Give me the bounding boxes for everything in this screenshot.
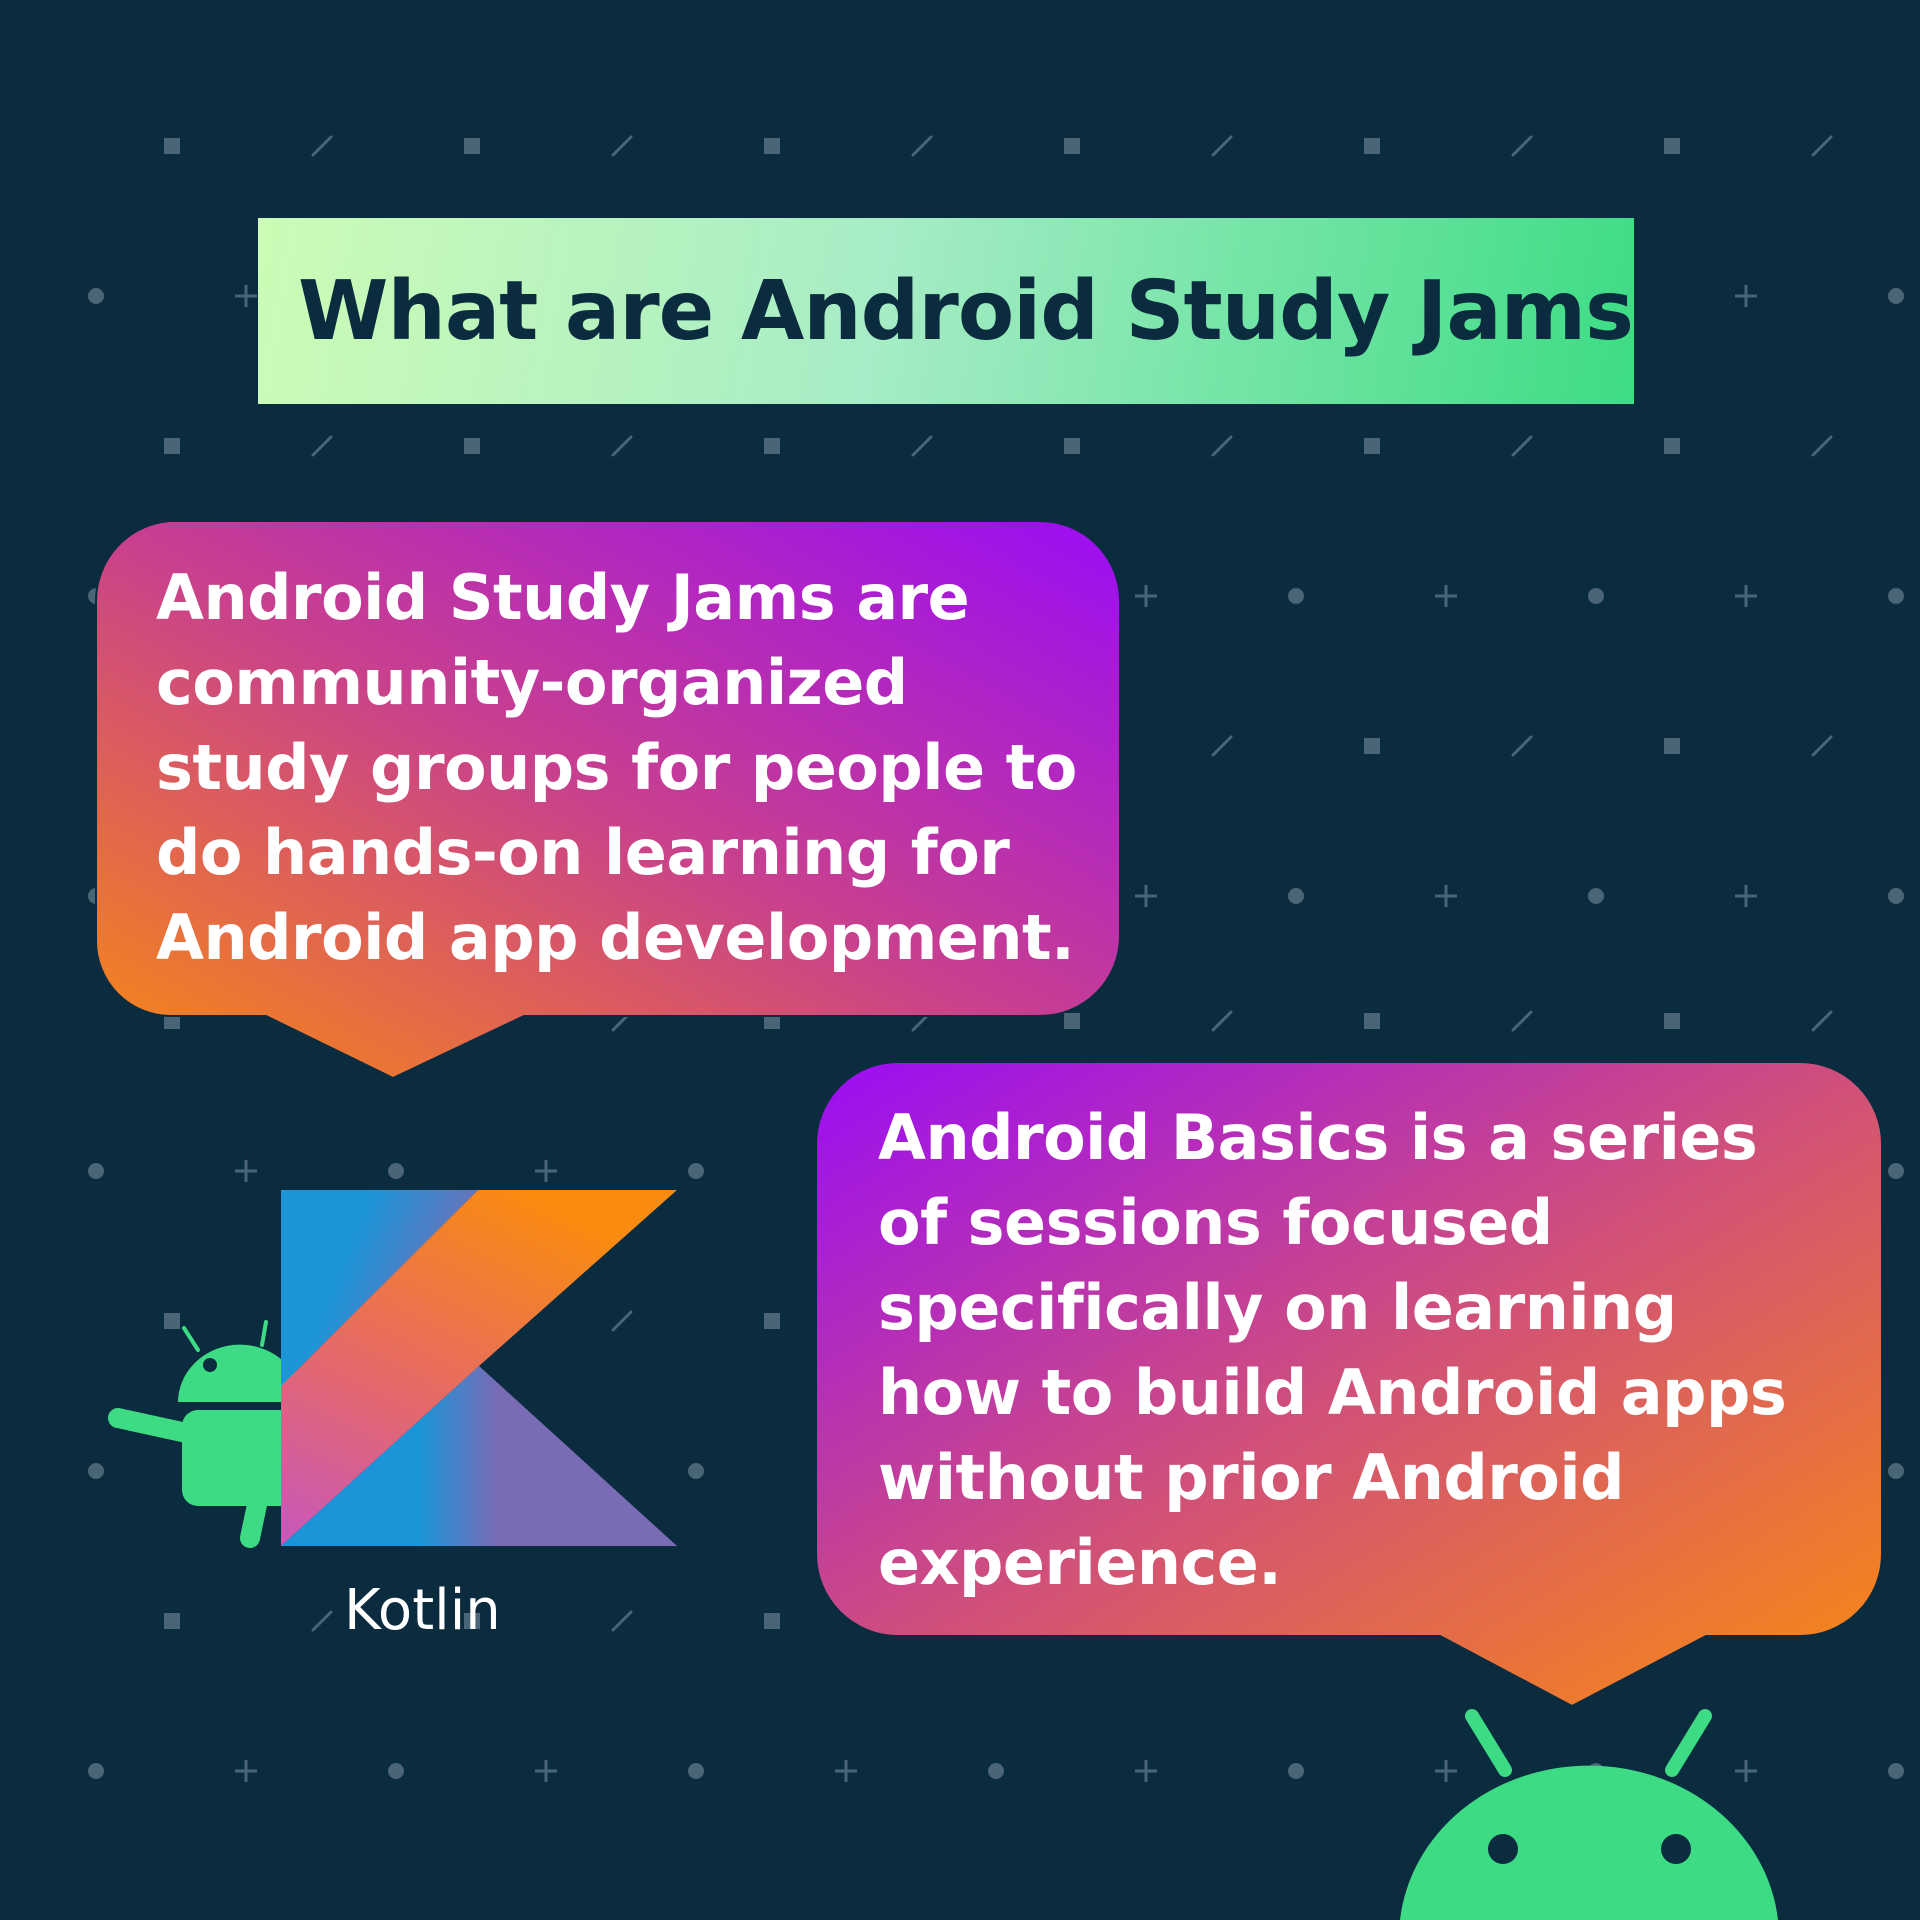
bubble-2-text: Android Basics is a series of sessions f… xyxy=(878,1101,1787,1599)
android-peeking-icon xyxy=(108,1320,300,1548)
kotlin-label: Kotlin xyxy=(344,1578,501,1643)
android-head-icon xyxy=(1400,1709,1778,1920)
kotlin-logo-icon xyxy=(281,1190,677,1546)
bubble-1-text: Android Study Jams are community-organiz… xyxy=(156,561,1077,974)
